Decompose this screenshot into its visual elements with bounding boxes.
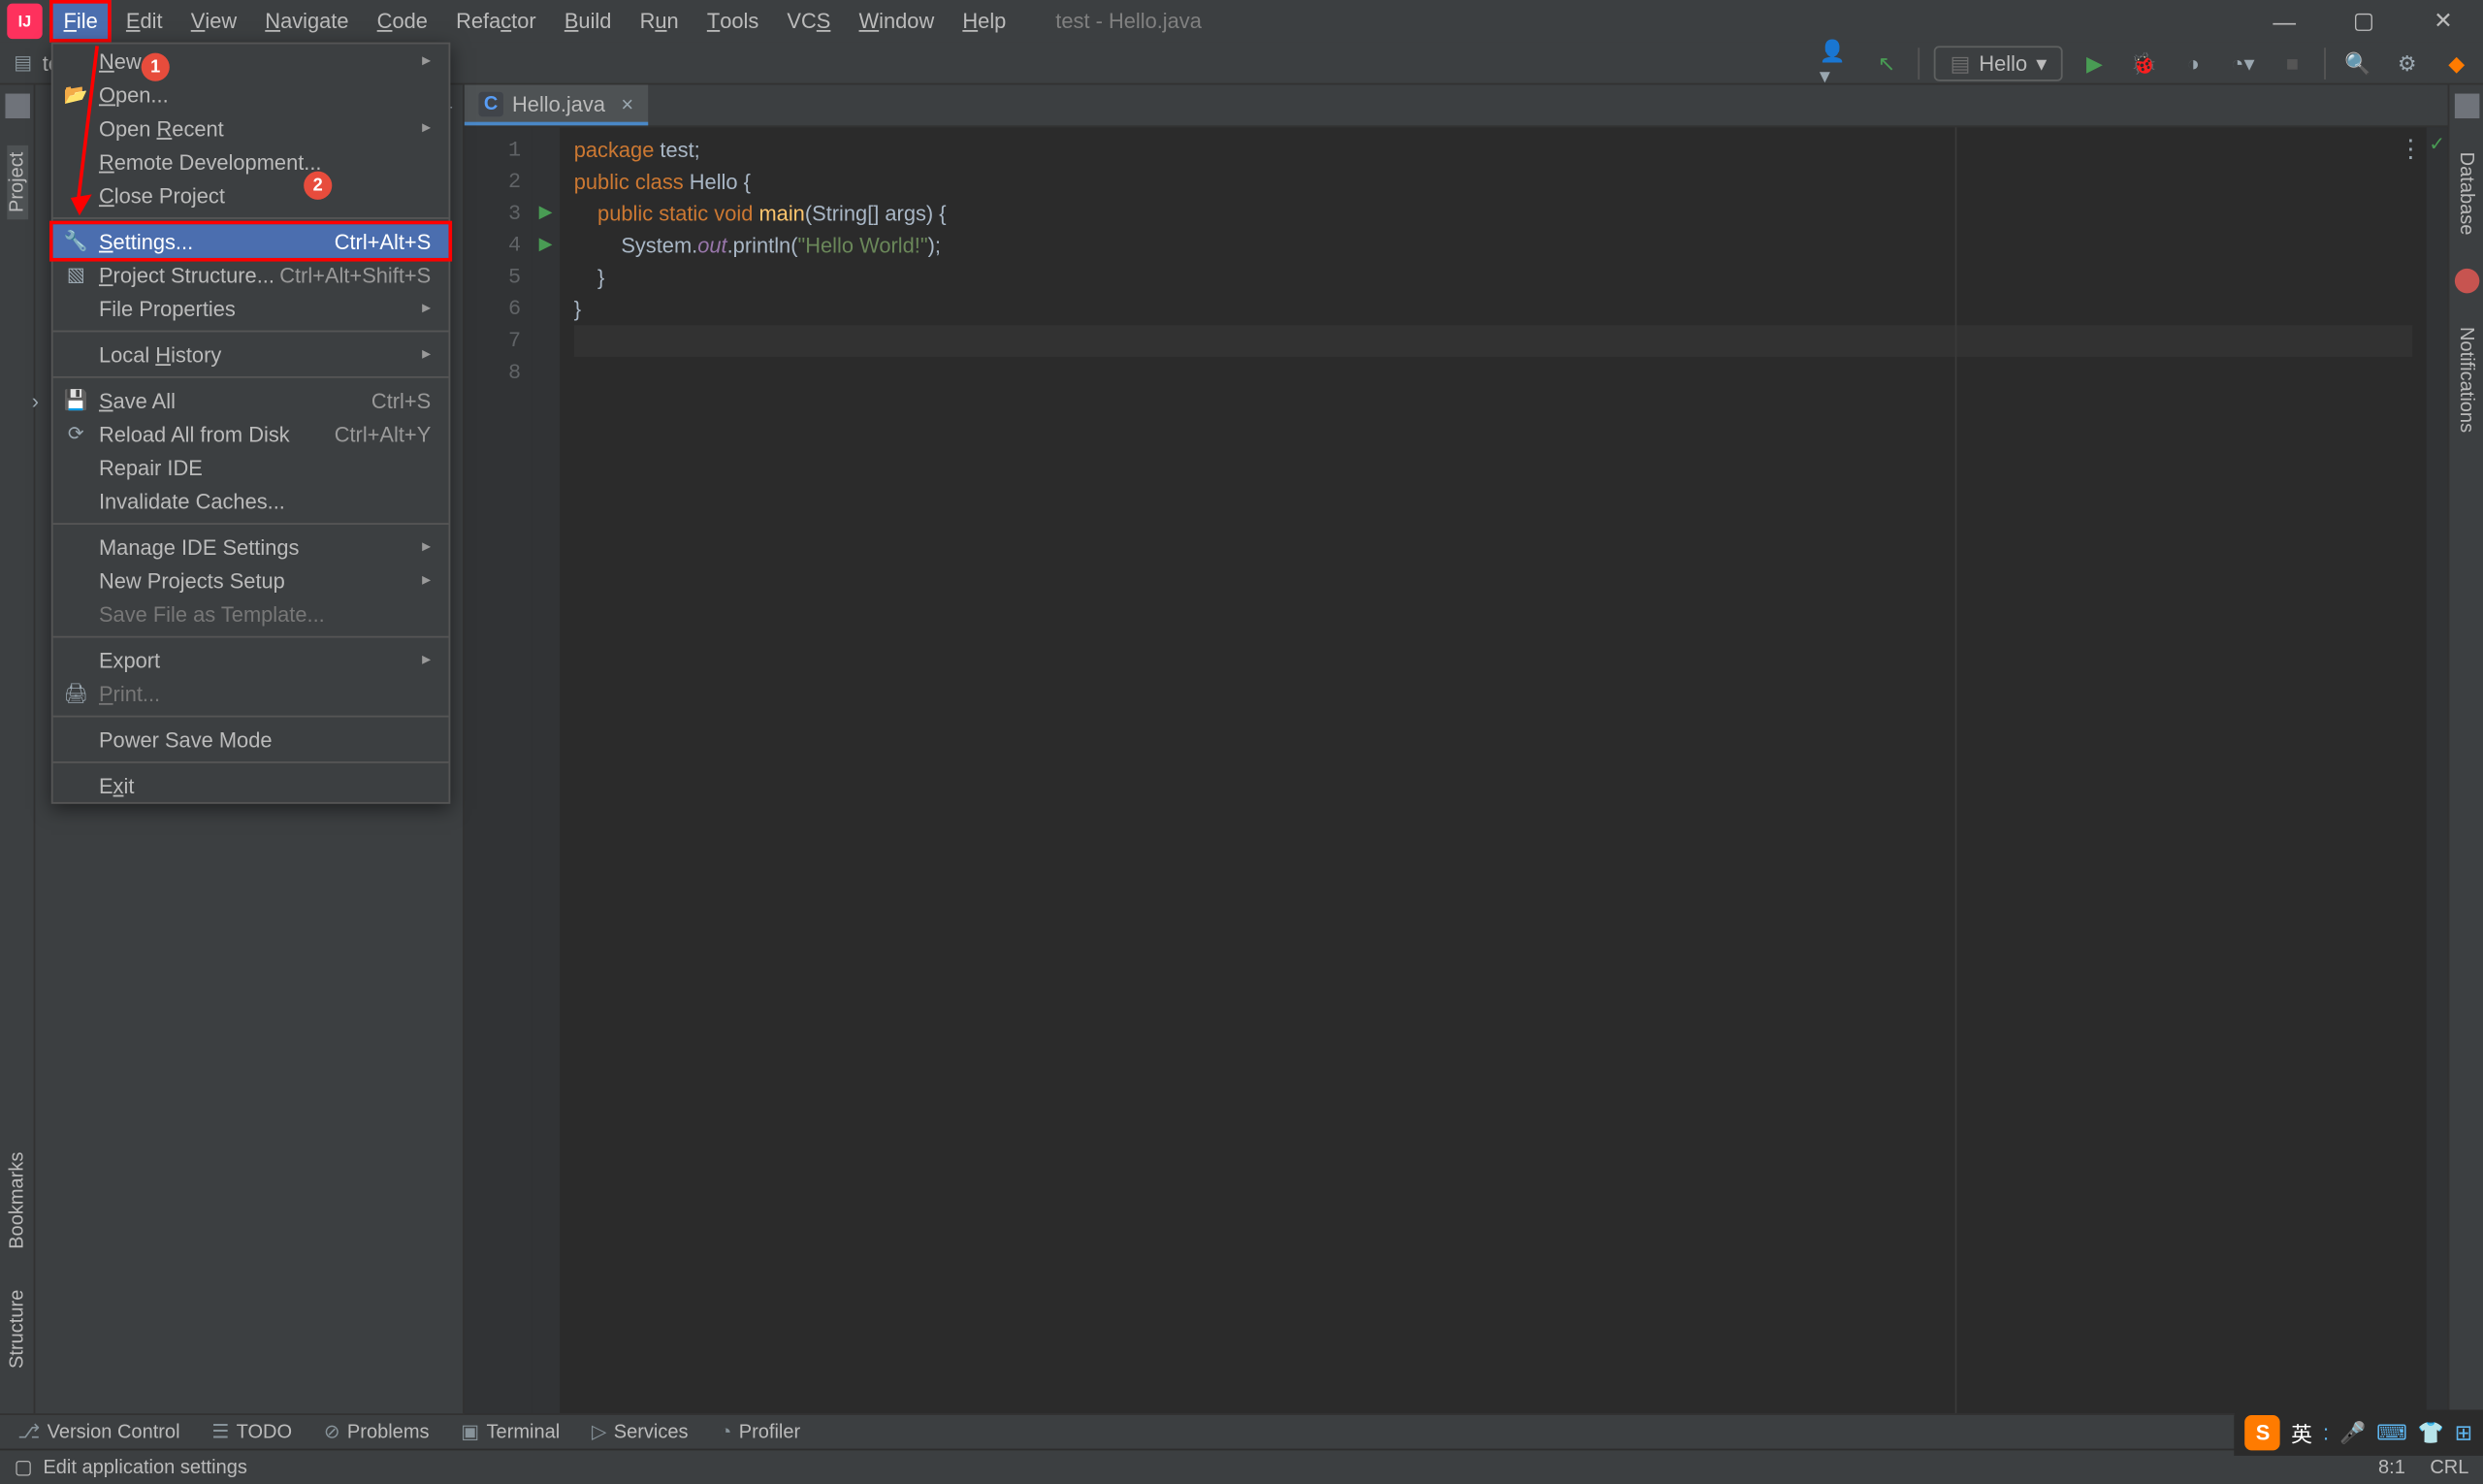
maximize-button[interactable]: ▢: [2324, 0, 2403, 43]
minimize-button[interactable]: —: [2244, 0, 2324, 43]
file-menu-local-history[interactable]: Local History▸: [53, 338, 449, 371]
menu-item-edit[interactable]: Edit: [112, 0, 177, 43]
line-number-gutter: 12345678: [465, 127, 532, 1413]
file-menu-print: 🖨Print...: [53, 677, 449, 711]
notifications-tool-icon[interactable]: [2454, 269, 2478, 294]
right-tool-notifications[interactable]: Notifications: [2456, 320, 2477, 440]
editor-tab-hello[interactable]: Hello.java ×: [465, 84, 648, 125]
ime-mic-icon[interactable]: 🎤: [2339, 1420, 2366, 1445]
ime-skin-icon[interactable]: 👕: [2418, 1420, 2444, 1445]
tool-window-profiler[interactable]: ◔Profiler: [720, 1421, 800, 1442]
file-menu-save-file-as-template: Save File as Template...: [53, 597, 449, 631]
file-menu-manage-ide-settings[interactable]: Manage IDE Settings▸: [53, 530, 449, 564]
right-tool-stripe: Database Notifications: [2448, 84, 2483, 1413]
titlebar: IJ FileEditViewNavigateCodeRefactorBuild…: [0, 0, 2483, 43]
app-icon: IJ: [7, 4, 42, 39]
status-line-separator[interactable]: CRL: [2430, 1457, 2468, 1478]
left-tool-bookmarks[interactable]: Bookmarks: [6, 1145, 27, 1257]
project-tool-icon[interactable]: [5, 94, 29, 119]
editor-area: Hello.java × 12345678 ▶▶ package test;pu…: [465, 84, 2448, 1413]
menu-item-window[interactable]: Window: [845, 0, 949, 43]
run-config-icon: ▤: [1951, 50, 1971, 76]
separator: [2324, 47, 2326, 79]
hard-wrap-guide: [1955, 127, 1957, 1413]
left-tool-stripe: Project Bookmarks Structure: [0, 84, 35, 1413]
run-configuration-selector[interactable]: ▤ Hello ▾: [1934, 45, 2062, 80]
file-menu-project-structure[interactable]: ▧Project Structure...Ctrl+Alt+Shift+S: [53, 258, 449, 292]
database-tool-icon[interactable]: [2454, 94, 2478, 119]
close-button[interactable]: ✕: [2403, 0, 2483, 43]
settings-gear-icon[interactable]: ⚙: [2389, 45, 2424, 80]
editor-tabs: Hello.java ×: [465, 84, 2448, 127]
menu-item-code[interactable]: Code: [363, 0, 441, 43]
right-tool-database[interactable]: Database: [2456, 145, 2477, 242]
status-message: Edit application settings: [43, 1457, 246, 1478]
window-title: test - Hello.java: [1055, 9, 1202, 34]
code-editor[interactable]: 12345678 ▶▶ package test;public class He…: [465, 127, 2448, 1413]
marker-stripe: ✓: [2427, 127, 2448, 1413]
chevron-down-icon: ▾: [2036, 50, 2047, 76]
tool-window-todo[interactable]: ☰TODO: [211, 1420, 292, 1443]
run-button[interactable]: ▶: [2077, 45, 2112, 80]
menubar: FileEditViewNavigateCodeRefactorBuildRun…: [49, 0, 1020, 43]
tab-label: Hello.java: [512, 91, 605, 116]
file-menu-new-projects-setup[interactable]: New Projects Setup▸: [53, 564, 449, 597]
ime-icon[interactable]: S: [2245, 1415, 2280, 1450]
menu-item-build[interactable]: Build: [550, 0, 626, 43]
file-menu-exit[interactable]: Exit: [53, 768, 449, 802]
user-icon[interactable]: 👤▾: [1820, 45, 1854, 80]
menu-item-tools[interactable]: Tools: [693, 0, 773, 43]
java-class-icon: [478, 91, 502, 116]
status-caret-position[interactable]: 8:1: [2378, 1457, 2405, 1478]
code-content[interactable]: package test;public class Hello { public…: [560, 127, 2427, 1413]
stop-button[interactable]: ■: [2274, 45, 2309, 80]
run-config-name: Hello: [1979, 50, 2027, 76]
left-tool-structure[interactable]: Structure: [6, 1283, 27, 1376]
coverage-button[interactable]: ◑: [2176, 45, 2210, 80]
tool-window-version-control[interactable]: ⎇Version Control: [17, 1420, 179, 1443]
annotation-arrow: [71, 43, 124, 219]
ide-logo-icon[interactable]: ◆: [2438, 45, 2473, 80]
separator: [1919, 47, 1920, 79]
file-menu-file-properties[interactable]: File Properties▸: [53, 292, 449, 326]
menu-item-run[interactable]: Run: [626, 0, 693, 43]
status-bar: ▢ Edit application settings 8:1 CRL: [0, 1449, 2483, 1484]
tool-window-services[interactable]: ▷Services: [592, 1420, 689, 1443]
ime-bar: S 英 : 🎤 ⌨ 👕 ⊞: [2235, 1410, 2483, 1456]
profile-button[interactable]: ◔▾: [2225, 45, 2260, 80]
file-menu-reload-all-from-disk[interactable]: ⟳Reload All from DiskCtrl+Alt+Y: [53, 417, 449, 451]
gutter-icons: ▶▶: [532, 127, 560, 1413]
tab-close-icon[interactable]: ×: [621, 91, 633, 116]
inspection-ok-icon[interactable]: ✓: [2427, 127, 2448, 155]
file-menu-invalidate-caches[interactable]: Invalidate Caches...: [53, 484, 449, 518]
debug-button[interactable]: 🐞: [2126, 45, 2161, 80]
ime-grid-icon[interactable]: ⊞: [2455, 1420, 2472, 1445]
menu-item-navigate[interactable]: Navigate: [251, 0, 363, 43]
annotation-badge-2: 2: [304, 172, 332, 200]
annotation-badge-1: 1: [142, 53, 170, 81]
menu-item-help[interactable]: Help: [949, 0, 1020, 43]
tool-window-problems[interactable]: ⊘Problems: [324, 1420, 430, 1443]
menu-item-view[interactable]: View: [177, 0, 251, 43]
file-menu-power-save-mode[interactable]: Power Save Mode: [53, 723, 449, 757]
bottom-tool-stripe: ⎇Version Control ☰TODO ⊘Problems ▣Terminal ▷…: [0, 1413, 2483, 1448]
file-menu-settings[interactable]: 🔧Settings...Ctrl+Alt+S: [53, 224, 449, 258]
file-menu-save-all[interactable]: ›💾Save AllCtrl+S: [53, 383, 449, 417]
ime-keyboard-icon[interactable]: ⌨: [2376, 1420, 2407, 1445]
window-controls: — ▢ ✕: [2244, 0, 2483, 43]
status-tool-window-icon[interactable]: ▢: [15, 1456, 33, 1479]
file-menu-repair-ide[interactable]: Repair IDE: [53, 450, 449, 484]
build-hammer-icon[interactable]: ↖: [1869, 45, 1904, 80]
tool-window-terminal[interactable]: ▣Terminal: [461, 1420, 560, 1443]
menu-item-vcs[interactable]: VCS: [773, 0, 845, 43]
search-everywhere-button[interactable]: 🔍: [2340, 45, 2375, 80]
ime-dot1[interactable]: :: [2323, 1420, 2329, 1445]
project-root-icon[interactable]: ▤: [9, 48, 37, 77]
file-menu-export[interactable]: Export▸: [53, 643, 449, 677]
editor-more-icon[interactable]: ⋮: [2399, 134, 2423, 164]
left-tool-project[interactable]: Project: [6, 145, 27, 219]
ime-lang-label[interactable]: 英: [2291, 1418, 2312, 1448]
menu-item-file[interactable]: File: [49, 0, 112, 43]
menu-item-refactor[interactable]: Refactor: [442, 0, 551, 43]
